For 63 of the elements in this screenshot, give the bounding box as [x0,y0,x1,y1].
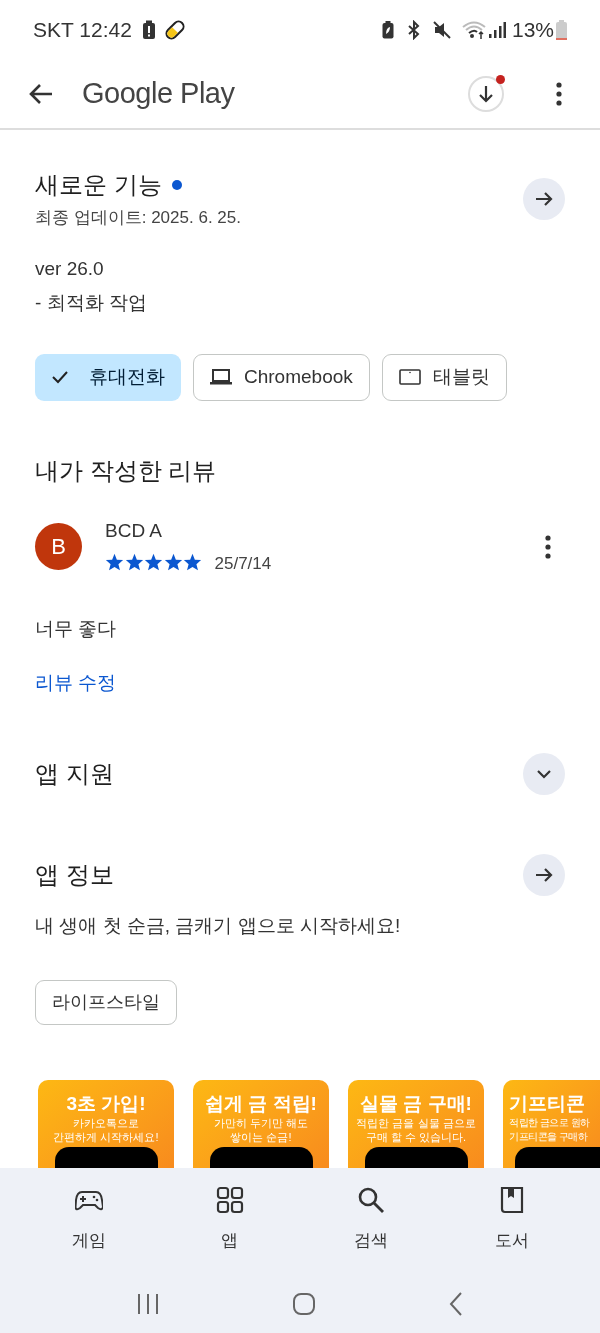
back-arrow-icon[interactable] [28,82,54,106]
reviewer-name: BCD A [105,518,164,543]
open-button[interactable] [523,853,565,896]
signal-icon [487,21,506,39]
section-title: 새로운 기능 [35,170,162,200]
download-arrow-icon [478,85,494,103]
screenshot-caption: 구매 할 수 있습니다. [365,1130,467,1144]
recent-apps-icon[interactable] [136,1292,160,1315]
star-icon [183,552,202,571]
battery-saver-icon [381,21,394,39]
star-icon [163,552,183,571]
screenshot-caption: 적립한 금으로 원하 [509,1116,590,1130]
home-icon[interactable] [292,1291,316,1316]
star-icon [124,552,144,571]
release-notes: - 최적화 작업 [35,291,148,315]
more-options-icon[interactable] [556,82,562,106]
download-button[interactable] [468,76,504,112]
battery-icon [556,20,567,40]
screenshot-headline: 실물 금 구매! [360,1092,472,1116]
screenshot-caption: 간편하게 시작하세요! [53,1130,159,1144]
section-title: 앱 지원 [35,758,115,789]
edit-review-link[interactable]: 리뷰 수정 [35,669,117,698]
screenshot-caption: 적립한 금을 실물 금으로 [356,1116,476,1130]
nav-tab[interactable]: 검색 [315,1184,426,1254]
screenshot-caption: 기프티콘을 구매하 [509,1130,588,1144]
back-icon[interactable] [448,1291,464,1316]
device-filter-chip[interactable]: Chromebook [193,353,370,401]
screenshot-headline: 3초 가입! [66,1092,146,1116]
nav-tab[interactable]: 도서 [456,1184,567,1254]
checkmark-icon [51,369,69,385]
more-options-icon[interactable] [545,534,551,559]
section-title: 앱 정보 [35,859,115,890]
nav-tab[interactable]: 앱 [174,1184,285,1254]
open-button[interactable] [523,177,565,220]
laptop-icon [210,367,232,387]
screenshot-headline: 쉽게 금 적립! [205,1092,317,1116]
section-title: 내가 작성한 리뷰 [35,455,218,486]
star-icon [105,552,124,571]
app-description: 내 생애 첫 순금, 금캐기 앱으로 시작하세요! [35,913,402,938]
search-icon [356,1186,385,1214]
review-date: 25/7/14 [214,553,272,575]
category-chip[interactable]: 라이프스타일 [35,980,177,1025]
grid-icon [215,1186,244,1214]
review-text: 너무 좋다 [35,616,118,641]
battery-percentage: 13% [511,17,554,44]
app-title: Google Play [82,76,235,112]
status-time: SKT 12:42 [33,17,132,44]
screenshot-headline: 기프티콘 [509,1092,585,1116]
device-filter-chip[interactable]: 휴대전화 [35,353,181,401]
update-date: 최종 업데이트: 2025. 6. 25. [35,207,242,229]
tablet-icon [398,367,421,387]
version-text: ver 26.0 [35,256,105,281]
mute-icon [431,20,452,40]
screenshot-caption: 가만히 두기만 해도 [213,1116,309,1130]
battery-alert-icon [141,20,156,40]
wifi-icon [461,20,486,40]
screenshot-caption: 쌓이는 순금! [230,1130,292,1144]
nav-tab[interactable]: 게임 [33,1184,144,1254]
user-avatar: B [35,523,82,570]
star-icon [144,552,163,571]
device-filter-chip[interactable]: 태블릿 [381,353,507,401]
screenshot-caption: 카카오톡으로 [73,1116,139,1130]
expand-button[interactable] [523,752,565,795]
